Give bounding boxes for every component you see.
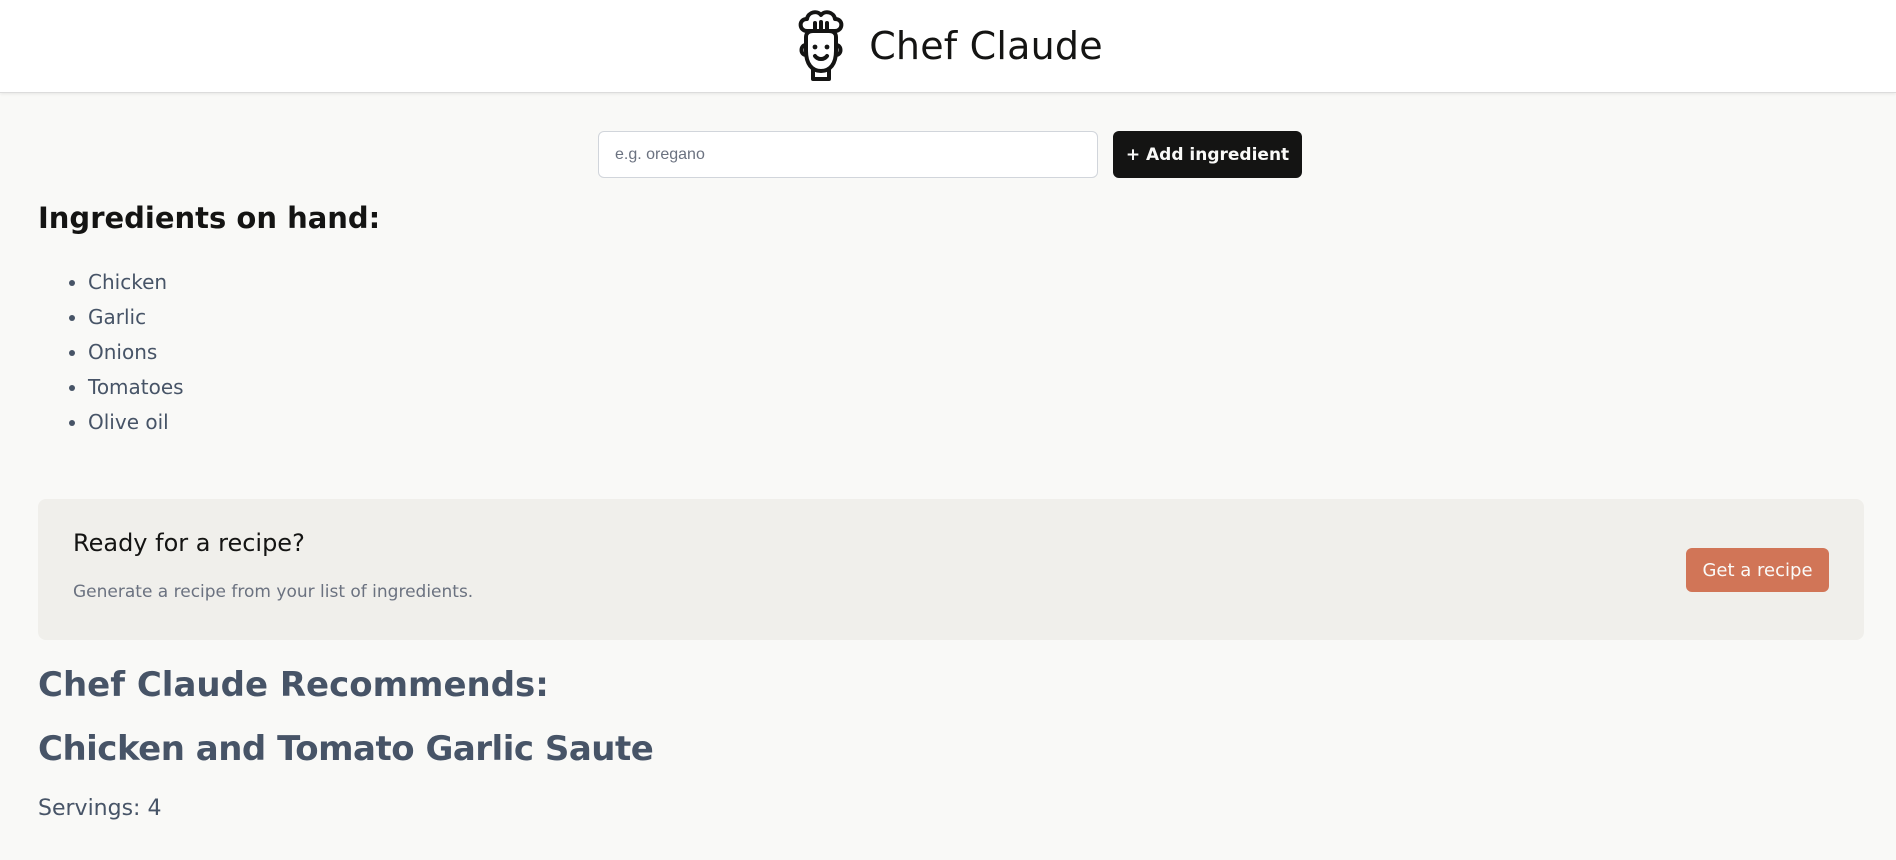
- ingredient-item: Chicken: [88, 265, 184, 300]
- app-header: Chef Claude: [0, 0, 1896, 93]
- get-recipe-button[interactable]: Get a recipe: [1686, 548, 1829, 592]
- recommendation-heading: Chef Claude Recommends:: [38, 665, 549, 705]
- ingredient-item: Garlic: [88, 300, 184, 335]
- add-ingredient-form: + Add ingredient: [598, 131, 1302, 178]
- ingredients-list: Chicken Garlic Onions Tomatoes Olive oil: [38, 265, 184, 440]
- ingredient-item: Olive oil: [88, 405, 184, 440]
- app-title: Chef Claude: [869, 24, 1103, 68]
- ingredient-item: Onions: [88, 335, 184, 370]
- recipe-servings: Servings: 4: [38, 796, 162, 821]
- cta-title: Ready for a recipe?: [73, 529, 305, 557]
- get-recipe-panel: Ready for a recipe? Generate a recipe fr…: [38, 499, 1864, 640]
- recipe-title: Chicken and Tomato Garlic Saute: [38, 729, 654, 769]
- ingredient-input[interactable]: [598, 131, 1098, 178]
- cta-subtitle: Generate a recipe from your list of ingr…: [73, 582, 474, 602]
- ingredient-item: Tomatoes: [88, 370, 184, 405]
- ingredients-heading: Ingredients on hand:: [38, 201, 381, 235]
- add-ingredient-button[interactable]: + Add ingredient: [1113, 131, 1302, 178]
- chef-claude-logo-icon: [793, 9, 855, 83]
- main-content: + Add ingredient Ingredients on hand: Ch…: [0, 93, 1896, 860]
